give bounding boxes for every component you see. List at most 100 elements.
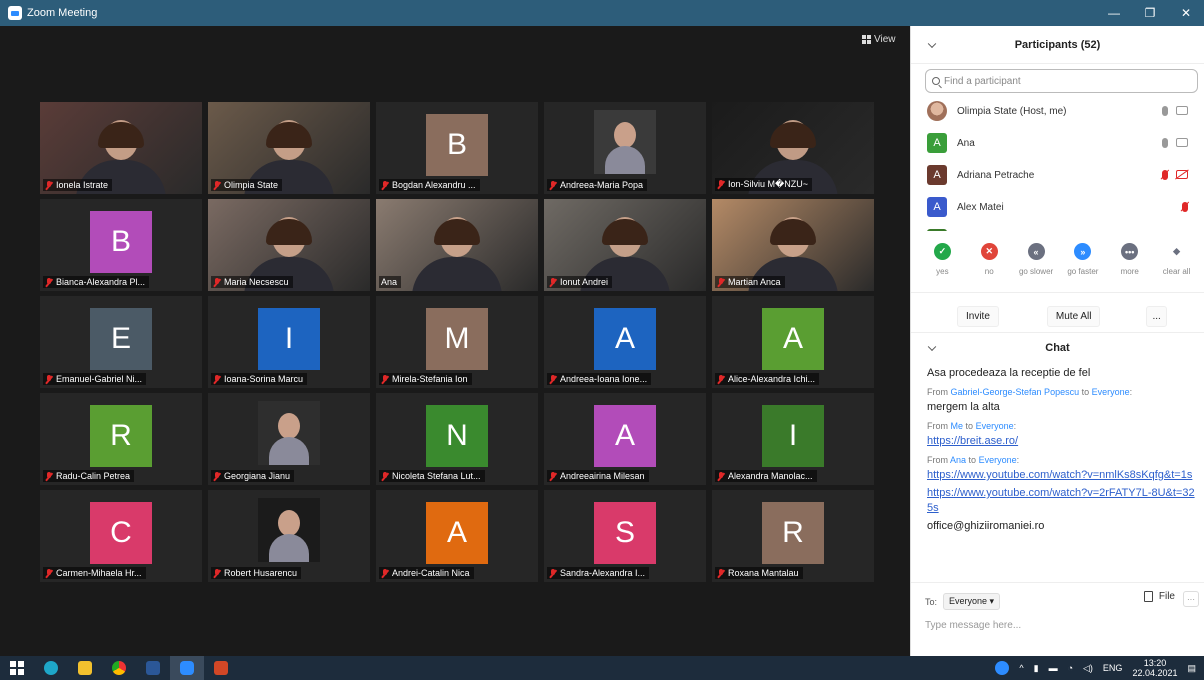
participant-name-label: Radu-Calin Petrea xyxy=(43,470,135,482)
participant-tile[interactable]: Ionela Istrate xyxy=(40,102,202,194)
word-icon[interactable] xyxy=(136,656,170,680)
notifications-icon[interactable]: ▤ xyxy=(1187,663,1196,674)
recipient-name: Everyone xyxy=(975,421,1014,431)
tray-chevron-icon[interactable]: ^ xyxy=(1019,663,1023,673)
meta-word: From xyxy=(927,455,948,465)
reaction-go-faster-button[interactable]: » go faster xyxy=(1062,243,1104,292)
participant-tile[interactable]: E Emanuel-Gabriel Ni... xyxy=(40,296,202,388)
muted-mic-icon xyxy=(717,277,725,287)
file-button[interactable]: File xyxy=(1143,591,1175,602)
message-link[interactable]: https://www.youtube.com/watch?v=nmlKs8sK… xyxy=(927,469,1192,481)
camera-off-icon[interactable] xyxy=(1176,170,1188,179)
participant-name-label: Alice-Alexandra Ichi... xyxy=(715,373,820,385)
volume-icon[interactable]: ◁) xyxy=(1083,663,1093,674)
participant-tile[interactable]: Martian Anca xyxy=(712,199,874,291)
chevron-down-icon[interactable] xyxy=(927,342,937,352)
reaction-clear-all-button[interactable]: ◆ clear all xyxy=(1156,243,1198,292)
camera-icon[interactable] xyxy=(1176,138,1188,147)
participant-name: Andreeairina Milesan xyxy=(560,471,645,481)
muted-mic-icon xyxy=(213,568,221,578)
muted-mic-icon xyxy=(549,277,557,287)
participant-name-label: Andrei-Catalin Nica xyxy=(379,567,474,579)
participant-name-label: Maria Necsescu xyxy=(211,276,293,288)
reaction-go-slower-button[interactable]: « go slower xyxy=(1015,243,1057,292)
muted-mic-icon[interactable] xyxy=(1182,202,1188,212)
search-icon xyxy=(932,77,940,85)
participant-tile[interactable]: R Radu-Calin Petrea xyxy=(40,393,202,485)
participant-tile[interactable]: A Andrei-Catalin Nica xyxy=(376,490,538,582)
minimize-button[interactable]: — xyxy=(1096,0,1132,26)
mic-icon[interactable] xyxy=(1162,106,1168,116)
participant-tile[interactable]: Ion-Silviu M�NZU~ xyxy=(712,102,874,194)
muted-mic-icon xyxy=(45,471,53,481)
participant-tile[interactable]: Ana xyxy=(376,199,538,291)
clock[interactable]: 13:20 22.04.2021 xyxy=(1132,658,1177,678)
participant-tile[interactable]: I Ioana-Sorina Marcu xyxy=(208,296,370,388)
muted-mic-icon[interactable] xyxy=(1162,170,1168,180)
edge-icon[interactable] xyxy=(34,656,68,680)
muted-mic-icon xyxy=(717,374,725,384)
chrome-icon[interactable] xyxy=(102,656,136,680)
camera-icon[interactable] xyxy=(1176,106,1188,115)
avatar: I xyxy=(258,308,320,370)
participant-name-label: Mirela-Stefania Ion xyxy=(379,373,472,385)
participant-tile[interactable]: B Bogdan Alexandru ... xyxy=(376,102,538,194)
avatar: A xyxy=(927,133,947,153)
participant-tile[interactable]: Georgiana Jianu xyxy=(208,393,370,485)
windows-start-icon[interactable] xyxy=(0,656,34,680)
message-text: office@ghiziiromaniei.ro xyxy=(927,520,1045,532)
window-title: Zoom Meeting xyxy=(27,7,98,19)
reaction-yes-button[interactable]: ✓ yes xyxy=(921,243,963,292)
close-button[interactable]: ✕ xyxy=(1168,0,1204,26)
wifi-icon: ◔ xyxy=(1067,663,1073,673)
participant-tile[interactable]: B Bianca-Alexandra Pl... xyxy=(40,199,202,291)
mute-all-button[interactable]: Mute All xyxy=(1046,306,1101,327)
participant-tile[interactable]: Robert Husarencu xyxy=(208,490,370,582)
view-button[interactable]: View xyxy=(862,34,896,45)
participant-tile[interactable]: Ionut Andrei xyxy=(544,199,706,291)
participant-tile[interactable]: Olimpia State xyxy=(208,102,370,194)
participant-row[interactable]: A Ana xyxy=(911,127,1204,159)
message-input[interactable]: Type message here... xyxy=(911,610,1204,631)
powerpoint-icon[interactable] xyxy=(204,656,238,680)
participant-tile[interactable]: I Alexandra Manolac... xyxy=(712,393,874,485)
mic-icon[interactable] xyxy=(1162,138,1168,148)
chevron-down-icon[interactable] xyxy=(927,39,937,48)
more-options-button[interactable]: ... xyxy=(1146,306,1167,327)
participant-row[interactable]: Olimpia State (Host, me) xyxy=(911,95,1204,127)
participant-row[interactable]: A Adriana Petrache xyxy=(911,159,1204,191)
participant-tile[interactable]: A Andreea-Ioana Ione... xyxy=(544,296,706,388)
message-link[interactable]: https://www.youtube.com/watch?v=2rFATY7L… xyxy=(927,487,1195,514)
clock-date: 22.04.2021 xyxy=(1132,668,1178,678)
side-panel: Participants (52) Find a participant Oli… xyxy=(910,26,1204,656)
participant-tile[interactable]: Andreea-Maria Popa xyxy=(544,102,706,194)
participant-tile[interactable]: N Nicoleta Stefana Lut... xyxy=(376,393,538,485)
help-icon[interactable] xyxy=(995,661,1010,675)
participant-row[interactable]: IAlexandra Manolache xyxy=(911,223,1204,231)
participant-tile[interactable]: S Sandra-Alexandra I... xyxy=(544,490,706,582)
reaction-no-button[interactable]: ✕ no xyxy=(968,243,1010,292)
participant-tile[interactable]: C Carmen-Mihaela Hr... xyxy=(40,490,202,582)
chat-more-button[interactable]: ··· xyxy=(1183,591,1199,607)
avatar: I xyxy=(927,229,947,231)
language-indicator[interactable]: ENG xyxy=(1103,663,1123,673)
participant-row[interactable]: A Alex Matei xyxy=(911,191,1204,223)
maximize-button[interactable]: ❐ xyxy=(1132,0,1168,26)
participant-tile[interactable]: Maria Necsescu xyxy=(208,199,370,291)
reaction-more-button[interactable]: ••• more xyxy=(1109,243,1151,292)
participant-tile[interactable]: M Mirela-Stefania Ion xyxy=(376,296,538,388)
participant-name: Ionut Andrei xyxy=(560,277,609,287)
participant-name-label: Ionut Andrei xyxy=(547,276,613,288)
participant-search-input[interactable]: Find a participant xyxy=(925,69,1198,93)
recipient-select[interactable]: Everyone ▾ xyxy=(943,593,1001,610)
participant-tile[interactable]: A Alice-Alexandra Ichi... xyxy=(712,296,874,388)
participant-name-label: Georgiana Jianu xyxy=(211,470,295,482)
file-explorer-icon[interactable] xyxy=(68,656,102,680)
participant-tile[interactable]: A Andreeairina Milesan xyxy=(544,393,706,485)
zoom-taskbar-icon[interactable] xyxy=(170,656,204,680)
participant-tile[interactable]: R Roxana Mantalau xyxy=(712,490,874,582)
invite-button[interactable]: Invite xyxy=(957,306,999,327)
chat-messages: Asa procedeaza la receptie de fel From Ga… xyxy=(911,363,1204,579)
video-gallery: View Ionela Istrate Olimpia State B Bogdan … xyxy=(0,26,910,656)
message-link[interactable]: https://breit.ase.ro/ xyxy=(927,435,1018,447)
